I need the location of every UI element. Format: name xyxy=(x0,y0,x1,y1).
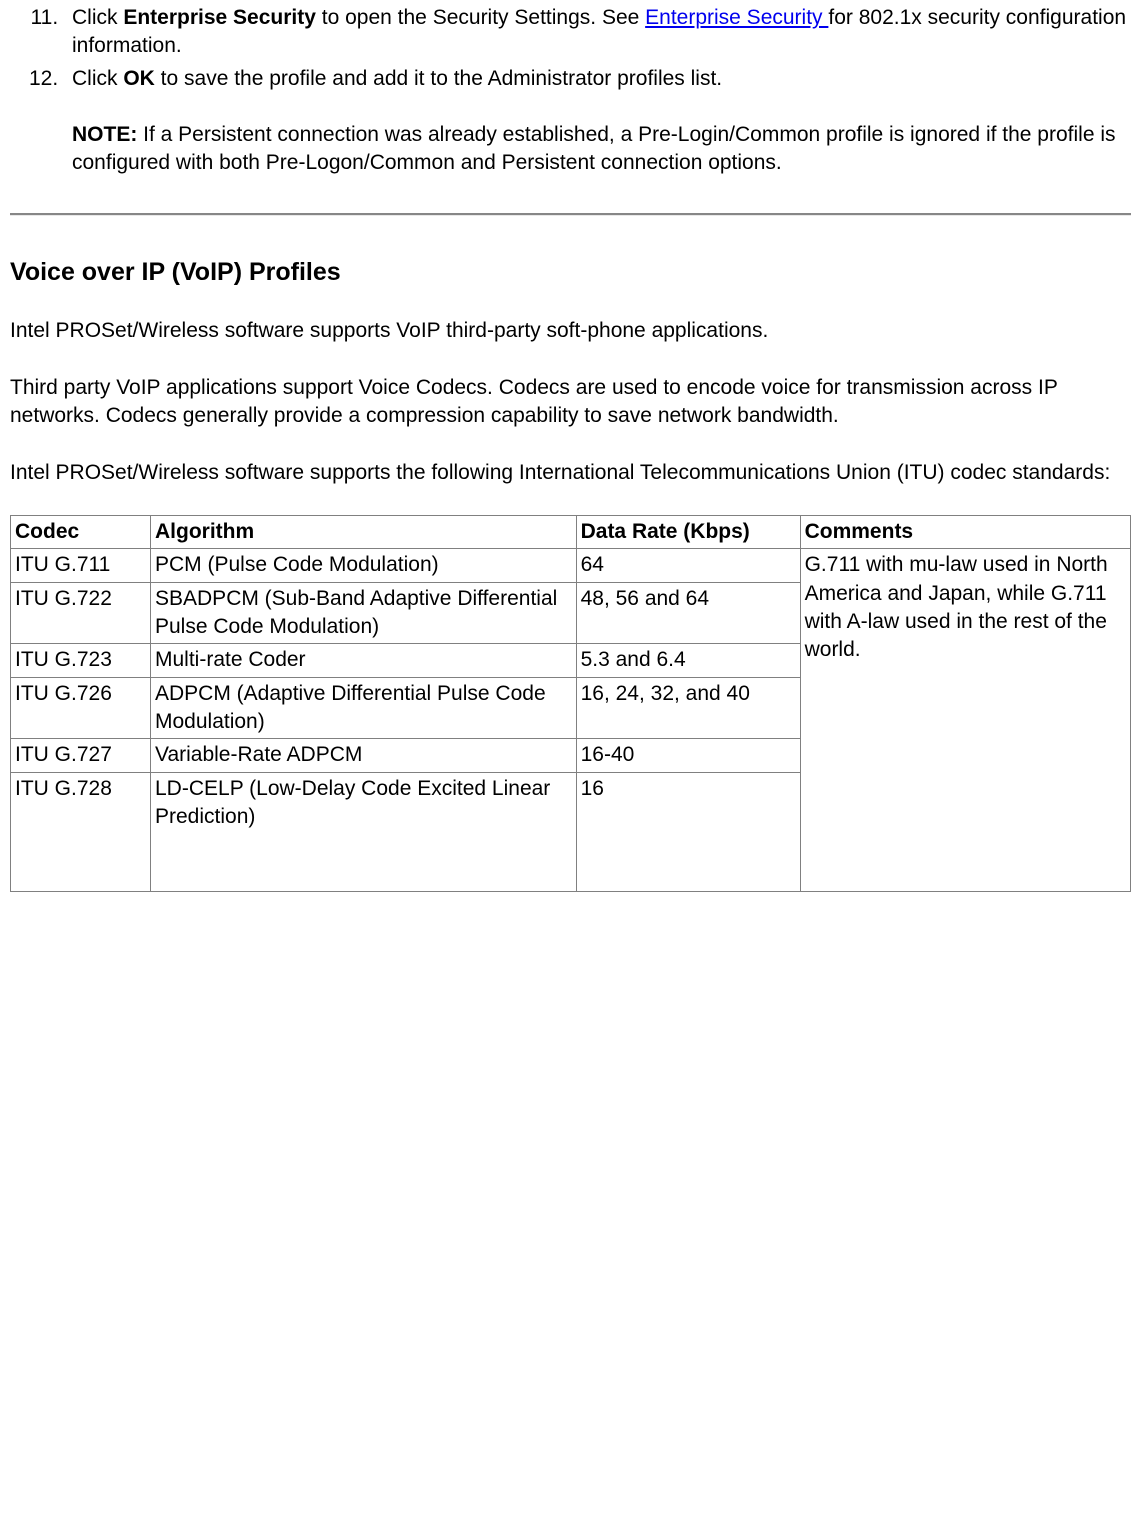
text: Click xyxy=(72,6,123,29)
text: to save the profile and add it to the Ad… xyxy=(155,67,722,90)
cell-codec: ITU G.728 xyxy=(11,772,151,892)
cell-data-rate: 48, 56 and 64 xyxy=(576,582,800,644)
cell-algorithm: ADPCM (Adaptive Differential Pulse Code … xyxy=(151,677,577,739)
cell-algorithm: Variable-Rate ADPCM xyxy=(151,739,577,772)
cell-data-rate: 64 xyxy=(576,549,800,582)
cell-algorithm: Multi-rate Coder xyxy=(151,644,577,677)
text: Click xyxy=(72,67,123,90)
note-body: If a Persistent connection was already e… xyxy=(72,123,1116,174)
note-label: NOTE: xyxy=(72,123,137,146)
cell-codec: ITU G.727 xyxy=(11,739,151,772)
header-comments: Comments xyxy=(800,515,1130,548)
bold-text: Enterprise Security xyxy=(123,6,316,29)
note-block: NOTE: If a Persistent connection was alr… xyxy=(72,121,1131,178)
paragraph: Intel PROSet/Wireless software supports … xyxy=(10,459,1131,487)
text: to open the Security Settings. See xyxy=(316,6,645,29)
section-heading: Voice over IP (VoIP) Profiles xyxy=(10,256,1131,290)
header-algorithm: Algorithm xyxy=(151,515,577,548)
list-item-12: Click OK to save the profile and add it … xyxy=(64,65,1131,178)
cell-comments: G.711 with mu-law used in North America … xyxy=(800,549,1130,892)
cell-codec: ITU G.723 xyxy=(11,644,151,677)
cell-codec: ITU G.711 xyxy=(11,549,151,582)
bold-text: OK xyxy=(123,67,155,90)
cell-algorithm: LD-CELP (Low-Delay Code Excited Linear P… xyxy=(151,772,577,892)
cell-data-rate: 16, 24, 32, and 40 xyxy=(576,677,800,739)
paragraph: Third party VoIP applications support Vo… xyxy=(10,374,1131,431)
list-item-11: Click Enterprise Security to open the Se… xyxy=(64,4,1131,61)
cell-codec: ITU G.722 xyxy=(11,582,151,644)
table-row: ITU G.711 PCM (Pulse Code Modulation) 64… xyxy=(11,549,1131,582)
enterprise-security-link[interactable]: Enterprise Security xyxy=(645,6,828,29)
header-data-rate: Data Rate (Kbps) xyxy=(576,515,800,548)
cell-codec: ITU G.726 xyxy=(11,677,151,739)
cell-data-rate: 16 xyxy=(576,772,800,892)
cell-data-rate: 5.3 and 6.4 xyxy=(576,644,800,677)
cell-algorithm: PCM (Pulse Code Modulation) xyxy=(151,549,577,582)
divider xyxy=(10,213,1131,216)
paragraph: Intel PROSet/Wireless software supports … xyxy=(10,317,1131,345)
instruction-list: Click Enterprise Security to open the Se… xyxy=(10,4,1131,178)
cell-data-rate: 16-40 xyxy=(576,739,800,772)
codec-table: Codec Algorithm Data Rate (Kbps) Comment… xyxy=(10,515,1131,892)
cell-algorithm: SBADPCM (Sub-Band Adaptive Differential … xyxy=(151,582,577,644)
header-codec: Codec xyxy=(11,515,151,548)
table-header-row: Codec Algorithm Data Rate (Kbps) Comment… xyxy=(11,515,1131,548)
